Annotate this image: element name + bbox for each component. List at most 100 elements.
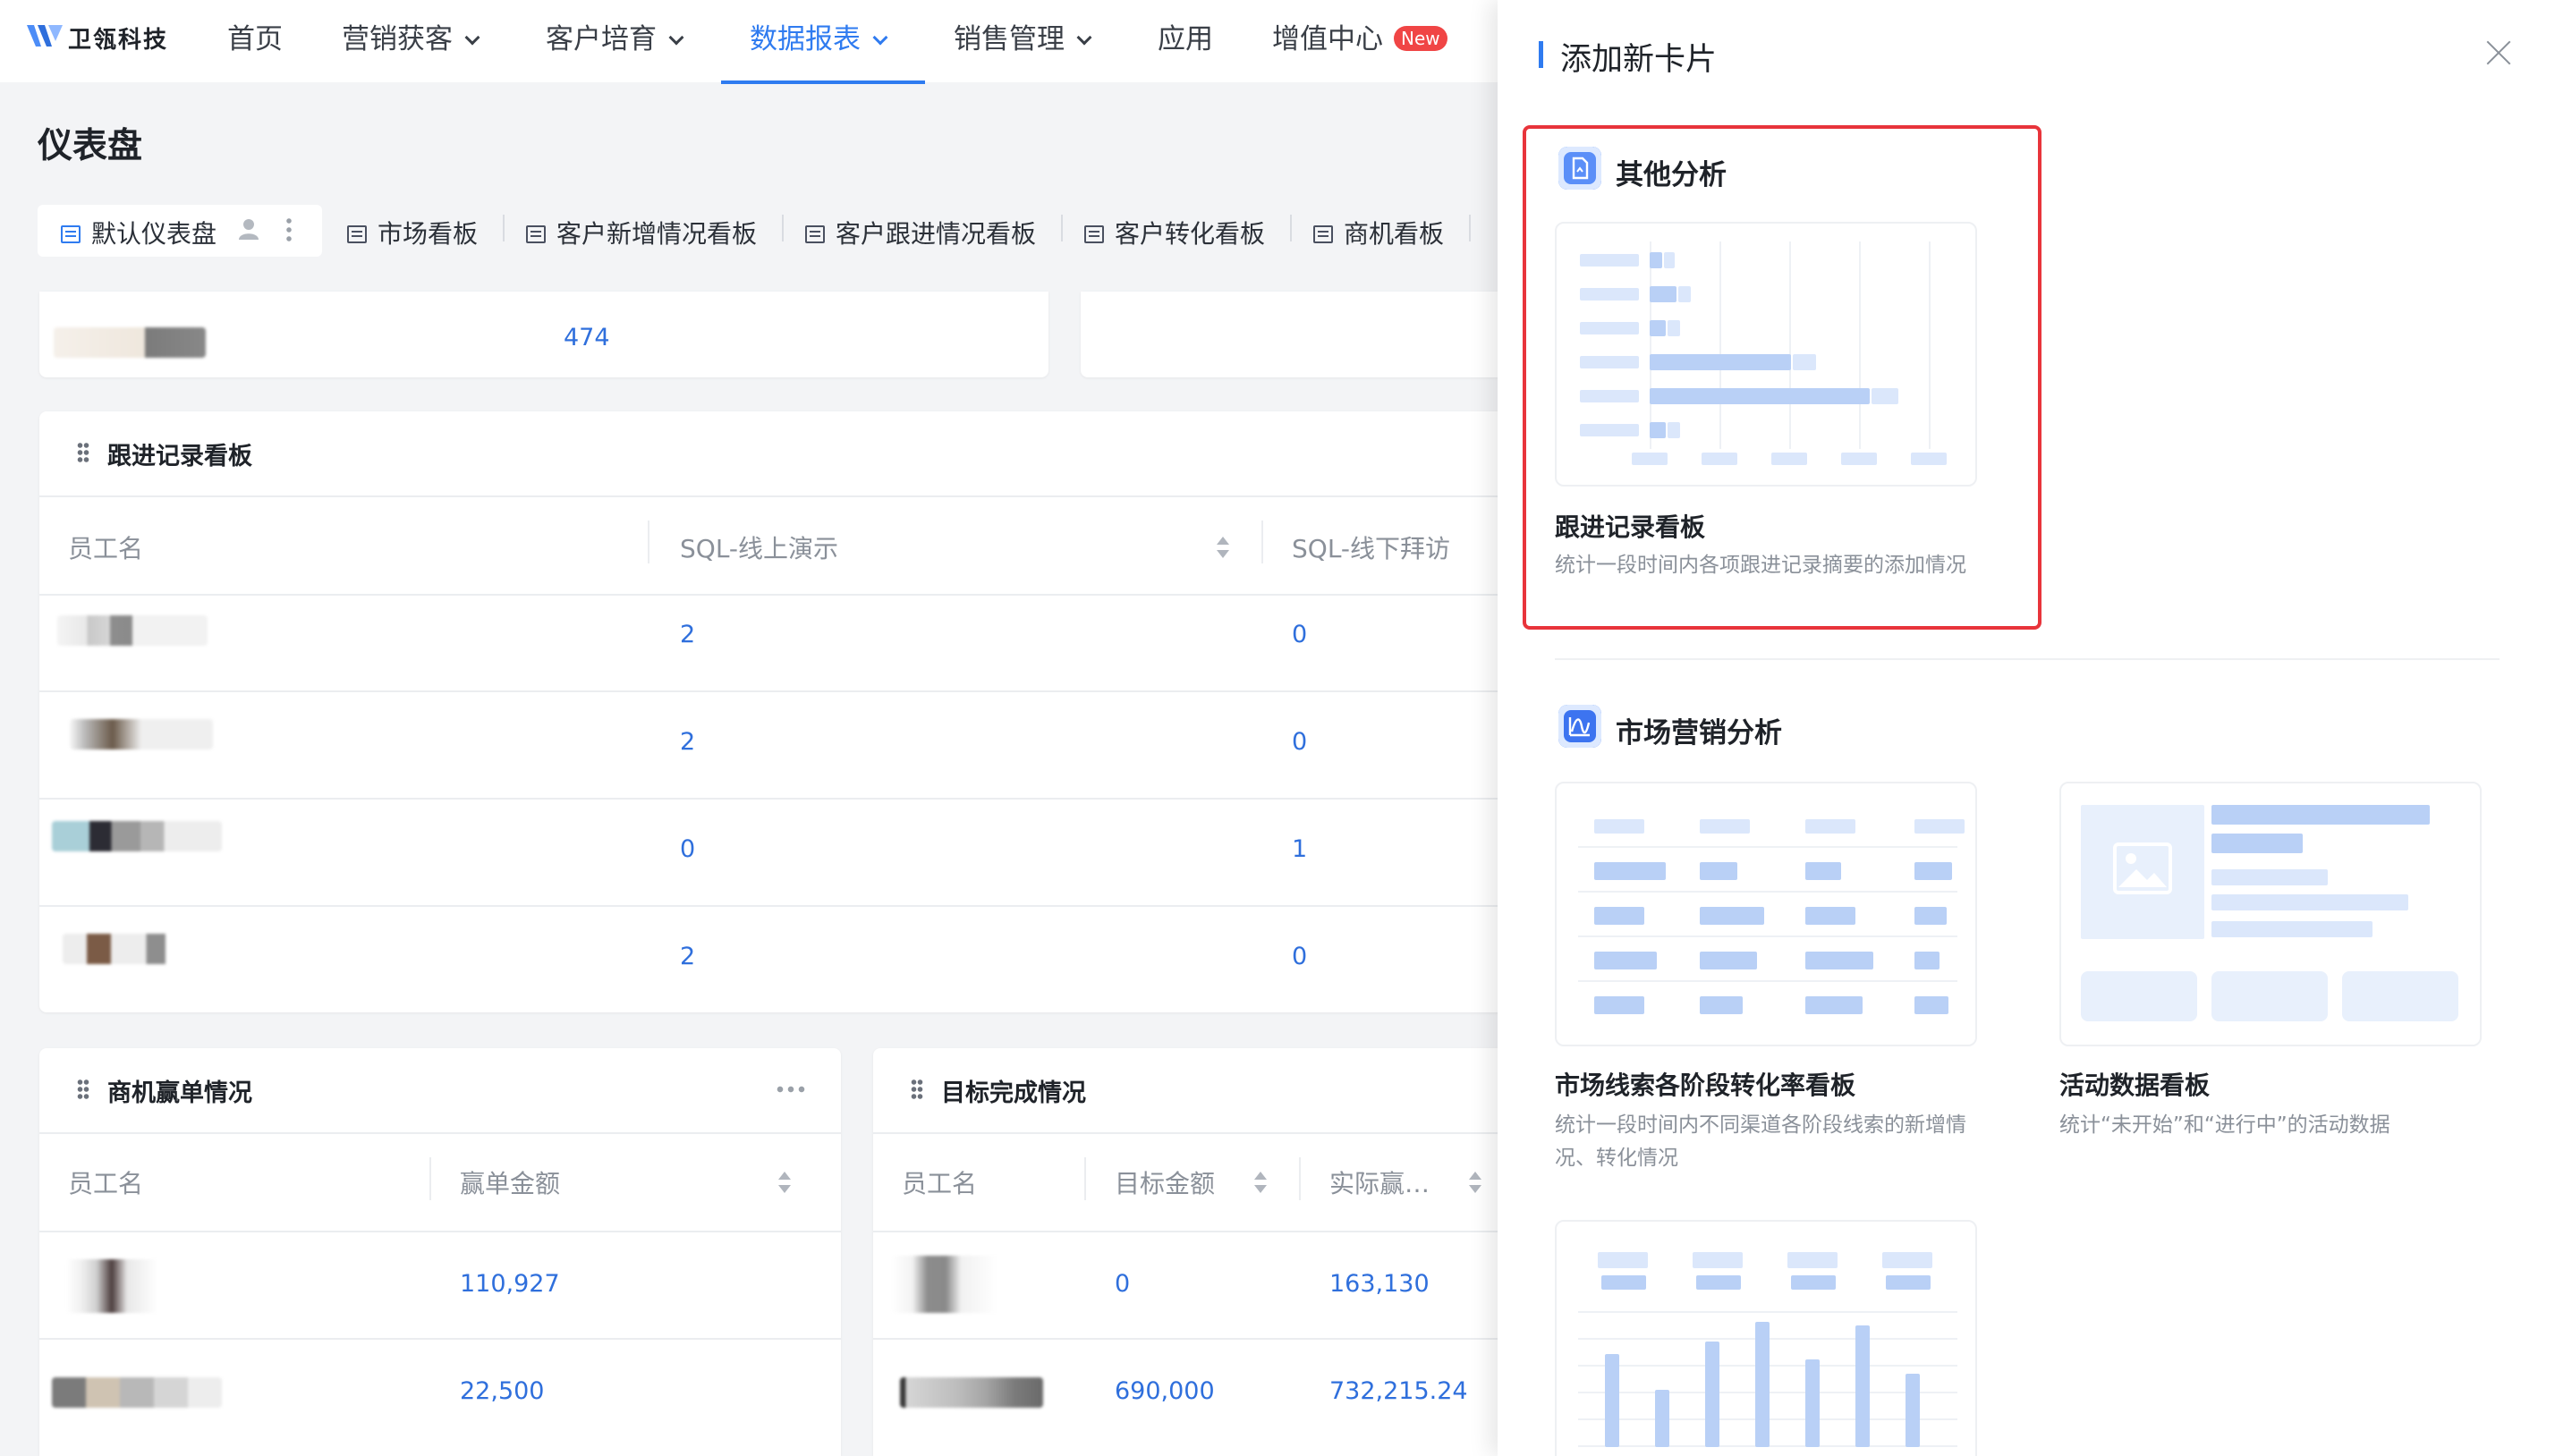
tab-market[interactable]: 市场看板 (347, 215, 478, 250)
nav-nurture-label: 客户培育 (546, 23, 657, 55)
card-name-lead-conversion[interactable]: 市场线索各阶段转化率看板 (1555, 1066, 1855, 1102)
thumbnail-gridline (1578, 1311, 1957, 1313)
column-header-offline-visit[interactable]: SQL-线下拜访 (1292, 529, 1450, 565)
cell-won-amount[interactable]: 110,927 (460, 1270, 560, 1298)
drag-handle-icon[interactable] (911, 1079, 923, 1100)
user-icon[interactable] (236, 216, 261, 241)
thumbnail-legend (1787, 1252, 1838, 1268)
nav-home[interactable]: 首页 (227, 16, 283, 56)
divider (873, 1132, 1526, 1134)
more-vertical-icon[interactable] (286, 216, 292, 241)
thumbnail-cell (1914, 952, 1940, 969)
column-header-employee: 员工名 (68, 534, 144, 563)
summary-value[interactable]: 474 (564, 324, 610, 351)
deal-card: 商机赢单情况 员工名 赢单金额 110,927 22,500 (39, 1048, 841, 1456)
cell-online-demo[interactable]: 2 (680, 728, 695, 756)
dashboard-icon (1313, 225, 1333, 243)
thumbnail-cell (1594, 952, 1657, 969)
drag-handle-icon[interactable] (77, 1079, 89, 1100)
cell-offline-visit[interactable]: 1 (1292, 835, 1307, 863)
tab-opportunities[interactable]: 商机看板 (1313, 215, 1444, 250)
column-header-actual-won[interactable]: 实际赢… (1329, 1164, 1430, 1200)
card-name-activity-data[interactable]: 活动数据看板 (2059, 1066, 2210, 1102)
thumbnail-legend (1601, 1275, 1646, 1290)
bar-chart-card-thumbnail[interactable] (1555, 1220, 1977, 1456)
nav-value-center[interactable]: 增值中心 (1272, 16, 1383, 56)
nav-home-label: 首页 (227, 23, 283, 55)
nav-nurture[interactable]: 客户培育 (546, 16, 684, 56)
divider (39, 1338, 841, 1340)
logo-text: 卫瓴科技 (68, 27, 169, 54)
cell-target-amount[interactable]: 0 (1115, 1270, 1130, 1298)
sort-icon[interactable] (1469, 1172, 1481, 1193)
tab-followups[interactable]: 客户跟进情况看板 (805, 215, 1036, 250)
sort-icon[interactable] (1254, 1172, 1267, 1193)
cell-offline-visit[interactable]: 0 (1292, 728, 1307, 756)
column-divider (1084, 1157, 1086, 1200)
tab-default-dashboard[interactable]: 默认仪表盘 (61, 215, 216, 250)
thumbnail-cell (1700, 907, 1764, 925)
divider (39, 594, 1524, 596)
thumbnail-bar (1605, 1354, 1619, 1447)
blurred-employee-name (63, 934, 224, 964)
cell-online-demo[interactable]: 2 (680, 621, 695, 648)
thumbnail-cell (1700, 952, 1757, 969)
thumbnail-cell (1805, 862, 1841, 880)
section-title-marketing: 市场营销分析 (1616, 717, 1782, 749)
nav-reports[interactable]: 数据报表 (750, 16, 888, 56)
thumbnail-line (2211, 894, 2408, 910)
page-title: 仪表盘 (38, 126, 143, 166)
close-icon[interactable] (2485, 39, 2512, 66)
lead-conversion-thumbnail[interactable] (1555, 782, 1977, 1046)
card-desc-activity-data: 统计“未开始”和“进行中”的活动数据 (2059, 1113, 2390, 1137)
target-card: 目标完成情况 员工名 目标金额 实际赢… 0 163,130 690,000 7… (873, 1048, 1526, 1456)
nav-sales[interactable]: 销售管理 (954, 16, 1092, 56)
cell-won-amount[interactable]: 22,500 (460, 1377, 544, 1405)
dashboard-icon (805, 225, 825, 243)
blurred-employee-name (57, 615, 208, 646)
column-header-online-demo[interactable]: SQL-线上演示 (680, 529, 838, 565)
thumbnail-header (1700, 819, 1750, 834)
thumbnail-rule (1578, 891, 1957, 893)
tab-new-customers[interactable]: 客户新增情况看板 (526, 215, 757, 250)
divider (39, 495, 1524, 497)
analytics-icon (1558, 705, 1601, 748)
blurred-avatar (54, 327, 206, 358)
cell-offline-visit[interactable]: 0 (1292, 943, 1307, 970)
cell-online-demo[interactable]: 0 (680, 835, 695, 863)
thumbnail-legend (1882, 1252, 1932, 1268)
blurred-employee-name (900, 1377, 1043, 1408)
activity-data-thumbnail[interactable] (2059, 782, 2482, 1046)
divider (39, 690, 1524, 692)
sort-icon[interactable] (1217, 537, 1229, 558)
thumbnail-cell (1594, 862, 1666, 880)
cell-actual-won[interactable]: 163,130 (1329, 1270, 1430, 1298)
cell-offline-visit[interactable]: 0 (1292, 621, 1307, 648)
drawer-title: 添加新卡片 (1560, 42, 1718, 78)
tab-separator (1061, 215, 1063, 241)
column-header-target-amount[interactable]: 目标金额 (1115, 1164, 1215, 1200)
blurred-employee-name (70, 719, 213, 749)
column-divider (429, 1157, 431, 1200)
nav-marketing[interactable]: 营销获客 (342, 16, 480, 56)
new-badge: New (1394, 26, 1447, 51)
thumbnail-stat-block (2342, 971, 2458, 1021)
tab-conversion-label: 客户转化看板 (1115, 219, 1266, 249)
column-header-won-amount[interactable]: 赢单金额 (460, 1164, 560, 1200)
cell-target-amount[interactable]: 690,000 (1115, 1377, 1215, 1405)
divider (39, 905, 1524, 907)
thumbnail-cell (1914, 996, 1948, 1014)
drag-handle-icon[interactable] (77, 442, 89, 463)
thumbnail-cell (1805, 952, 1873, 969)
more-icon[interactable] (775, 1086, 805, 1093)
thumbnail-cell (1700, 996, 1743, 1014)
nav-value-center-label: 增值中心 (1272, 23, 1383, 55)
nav-apps[interactable]: 应用 (1158, 16, 1213, 56)
followup-card: 跟进记录看板 员工名 SQL-线上演示 SQL-线下拜访 2 0 2 0 0 1… (39, 411, 1524, 1012)
cell-online-demo[interactable]: 2 (680, 943, 695, 970)
column-header-employee: 员工名 (68, 1169, 144, 1198)
cell-actual-won[interactable]: 732,215.24 (1329, 1377, 1468, 1405)
dashboard-icon (347, 225, 367, 243)
tab-conversion[interactable]: 客户转化看板 (1084, 215, 1265, 250)
sort-icon[interactable] (778, 1172, 791, 1193)
